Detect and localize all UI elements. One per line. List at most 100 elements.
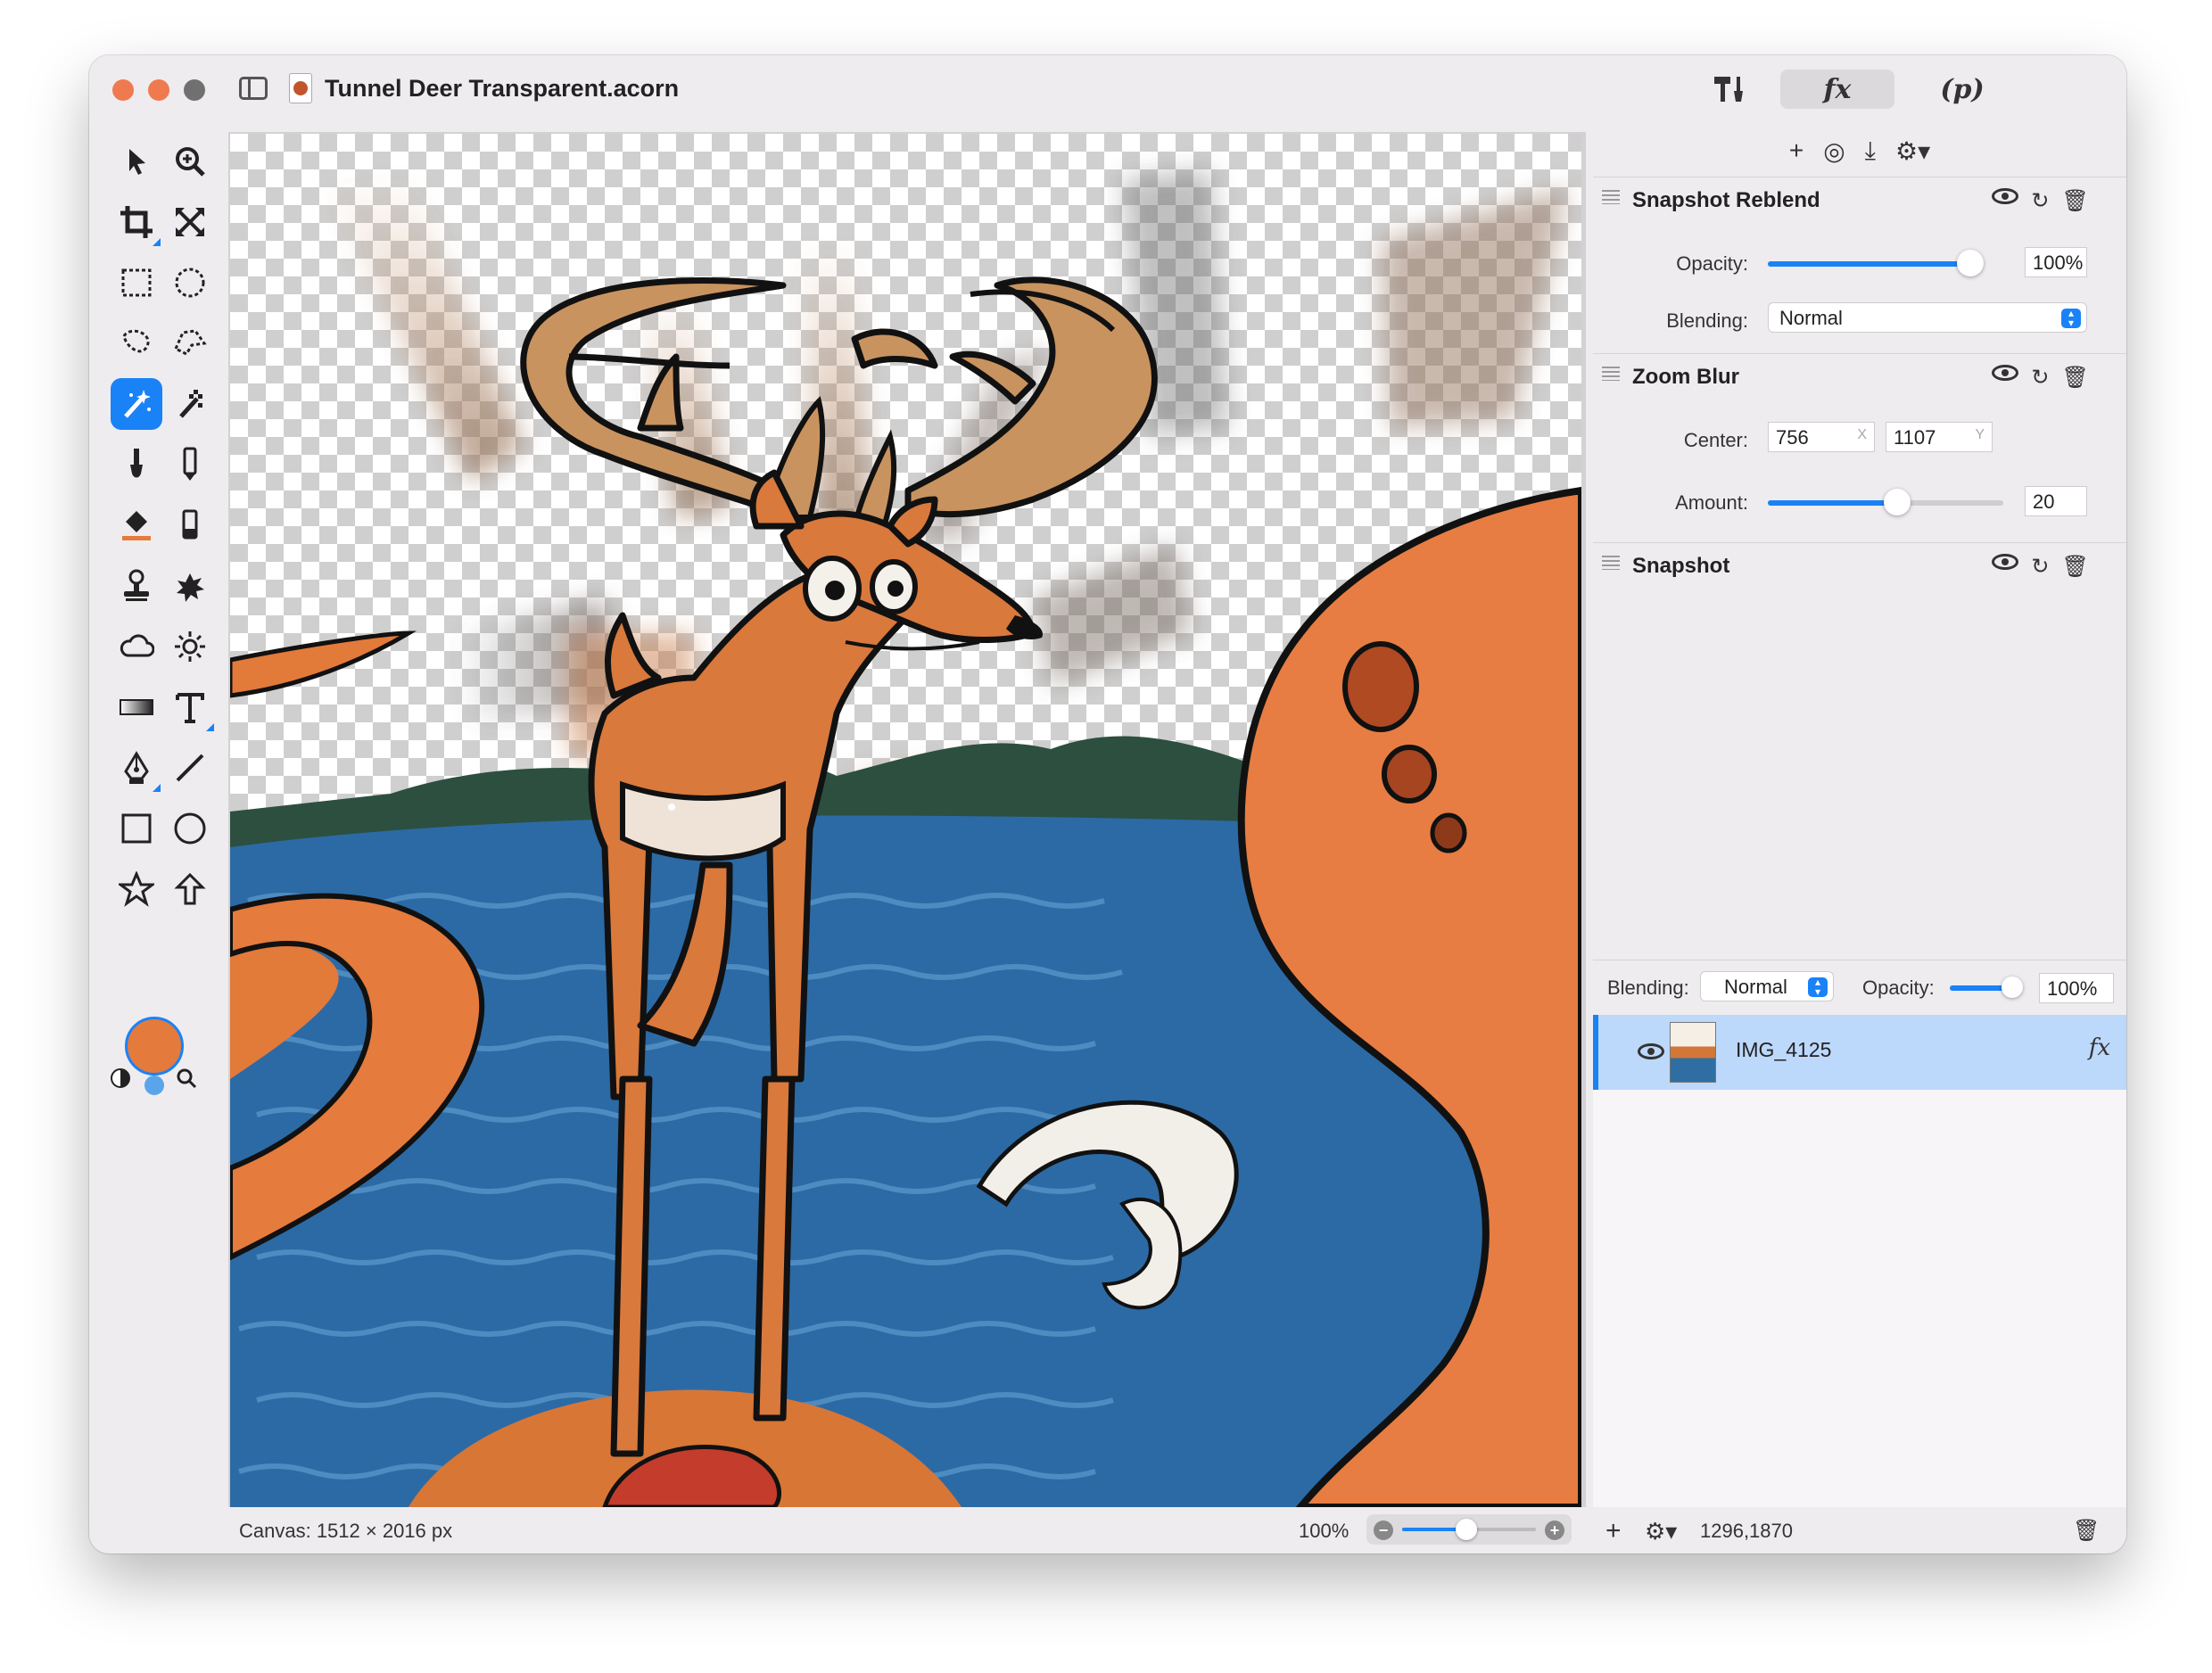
- layer-row[interactable]: IMG_4125 fx: [1593, 1015, 2126, 1090]
- eraser-tool[interactable]: [164, 499, 216, 551]
- transform-tool[interactable]: [164, 196, 216, 248]
- rect-select-tool[interactable]: [111, 257, 162, 309]
- square-icon: [121, 813, 152, 844]
- brush-icon: [130, 449, 143, 478]
- trash-icon[interactable]: 🗑: [2062, 365, 2089, 391]
- pen-tool[interactable]: [111, 742, 162, 794]
- zoom-out-icon[interactable]: −: [1374, 1521, 1393, 1540]
- dashed-rect-icon: [121, 268, 152, 297]
- filter-name: Zoom Blur: [1632, 365, 1739, 389]
- zoom-in-icon[interactable]: +: [1545, 1521, 1564, 1540]
- add-layer-plus-icon[interactable]: +: [1605, 1516, 1622, 1546]
- gradient-tool[interactable]: [111, 681, 162, 733]
- background-color-well[interactable]: [143, 1074, 166, 1097]
- center-y-field[interactable]: 1107 Y: [1886, 422, 1993, 452]
- filter-name: Snapshot: [1632, 554, 1730, 578]
- opacity-slider[interactable]: [1768, 250, 1984, 276]
- canvas-size-label: Canvas: 1512 × 2016 px: [239, 1520, 453, 1542]
- filters-palette-button[interactable]: fx: [1780, 70, 1894, 109]
- move-tool[interactable]: [111, 136, 162, 187]
- layer-opacity-slider[interactable]: [1950, 977, 2023, 998]
- trash-icon[interactable]: 🗑: [2062, 554, 2089, 580]
- paint-bucket-icon: [122, 511, 151, 540]
- slider-knob[interactable]: [1957, 250, 1984, 276]
- reset-icon[interactable]: ↻: [2031, 188, 2049, 214]
- filter-add-icon[interactable]: ◎: [1823, 136, 1845, 166]
- oval-shape-tool[interactable]: [164, 803, 216, 854]
- layer-fx-icon[interactable]: fx: [2089, 1034, 2110, 1061]
- amount-field[interactable]: 20: [2025, 486, 2087, 516]
- layer-blending-select[interactable]: Normal ▴ ▾: [1700, 971, 1834, 1001]
- line-tool[interactable]: [164, 742, 216, 794]
- filter-snapshot: Snapshot ↻ 🗑: [1593, 542, 2126, 596]
- opacity-field[interactable]: 100%: [2025, 247, 2087, 277]
- magic-wand-tool[interactable]: [111, 378, 162, 430]
- tools-palette-button[interactable]: [1695, 70, 1766, 109]
- gradient-icon: [120, 699, 153, 715]
- lasso-tool[interactable]: [111, 317, 162, 369]
- center-x-field[interactable]: 756 X: [1768, 422, 1875, 452]
- arrow-cursor-icon: [129, 149, 145, 175]
- filters-toolbar: + ◎ ⤓ ⚙▾: [1593, 125, 2126, 177]
- visibility-eye-icon[interactable]: [1992, 365, 2019, 381]
- text-tool[interactable]: [164, 681, 216, 733]
- zoom-window-button[interactable]: [184, 79, 205, 101]
- polygon-lasso-tool[interactable]: [164, 317, 216, 369]
- sun-icon: [175, 631, 205, 662]
- visibility-eye-icon[interactable]: [1992, 188, 2019, 204]
- layers-options-bar: Blending: Normal ▴ ▾ Opacity: 100%: [1593, 960, 2126, 1015]
- burn-tool[interactable]: [111, 621, 162, 672]
- center-y-value: 1107: [1894, 426, 1936, 449]
- minimize-window-button[interactable]: [148, 79, 169, 101]
- layer-blending-value: Normal: [1724, 976, 1787, 998]
- blending-select[interactable]: Normal ▴ ▾: [1768, 302, 2087, 333]
- layer-blending-label: Blending:: [1607, 977, 1689, 999]
- layer-gear-menu-icon[interactable]: ⚙▾: [1645, 1518, 1677, 1545]
- sidebar-toggle-icon[interactable]: [239, 77, 268, 100]
- arrow-tool[interactable]: [164, 863, 216, 915]
- close-window-button[interactable]: [112, 79, 134, 101]
- drag-handle-icon[interactable]: [1602, 556, 1620, 570]
- image-canvas[interactable]: [230, 134, 1581, 1507]
- layer-opacity-field[interactable]: 100%: [2039, 973, 2114, 1003]
- title-bar: Tunnel Deer Transparent.acorn fx (p): [89, 55, 2126, 125]
- dodge-tool[interactable]: [164, 621, 216, 672]
- canvas-area[interactable]: [228, 132, 1586, 1507]
- reset-icon[interactable]: ↻: [2031, 554, 2049, 580]
- delete-layer-trash-icon[interactable]: 🗑: [2073, 1518, 2100, 1544]
- pencil-tool[interactable]: [164, 439, 216, 490]
- download-icon[interactable]: ⤓: [1865, 136, 1876, 166]
- zoom-percent: 100%: [1299, 1520, 1349, 1542]
- drag-handle-icon[interactable]: [1602, 367, 1620, 381]
- reset-icon[interactable]: ↻: [2031, 365, 2049, 391]
- trash-icon[interactable]: 🗑: [2062, 188, 2089, 214]
- circle-icon: [174, 812, 206, 845]
- layers-list-empty-area[interactable]: [1593, 1090, 2126, 1507]
- clone-tool[interactable]: [111, 560, 162, 612]
- gear-menu-icon[interactable]: ⚙▾: [1895, 136, 1930, 166]
- zoom-slider[interactable]: [1402, 1519, 1536, 1540]
- zoom-slider-knob[interactable]: [1456, 1519, 1477, 1540]
- cloud-icon: [120, 634, 154, 657]
- swap-colors-icon[interactable]: [109, 1067, 132, 1090]
- visibility-eye-icon[interactable]: [1992, 554, 2019, 570]
- fill-tool[interactable]: [111, 499, 162, 551]
- filter-snapshot-reblend: Snapshot Reblend ↻ 🗑 Opacity: 100% Blend…: [1593, 177, 2126, 353]
- plus-icon[interactable]: +: [1789, 136, 1803, 165]
- ellipse-select-tool[interactable]: [164, 257, 216, 309]
- instant-alpha-tool[interactable]: [164, 378, 216, 430]
- rect-shape-tool[interactable]: [111, 803, 162, 854]
- zoom-tool[interactable]: [164, 136, 216, 187]
- brush-tool[interactable]: [111, 439, 162, 490]
- color-picker-magnify-icon[interactable]: [175, 1067, 198, 1090]
- amount-slider[interactable]: [1768, 489, 2003, 515]
- crop-tool[interactable]: [111, 196, 162, 248]
- star-tool[interactable]: [111, 863, 162, 915]
- slider-knob[interactable]: [1884, 489, 1911, 515]
- layer-visibility-eye-icon[interactable]: [1638, 1043, 1664, 1059]
- properties-palette-button[interactable]: (p): [1927, 70, 1998, 109]
- slider-knob[interactable]: [2002, 977, 2023, 998]
- smudge-tool[interactable]: [164, 560, 216, 612]
- filters-panel: + ◎ ⤓ ⚙▾ Snapshot Reblend ↻ 🗑 Opacity: 1…: [1593, 125, 2126, 1507]
- drag-handle-icon[interactable]: [1602, 190, 1620, 204]
